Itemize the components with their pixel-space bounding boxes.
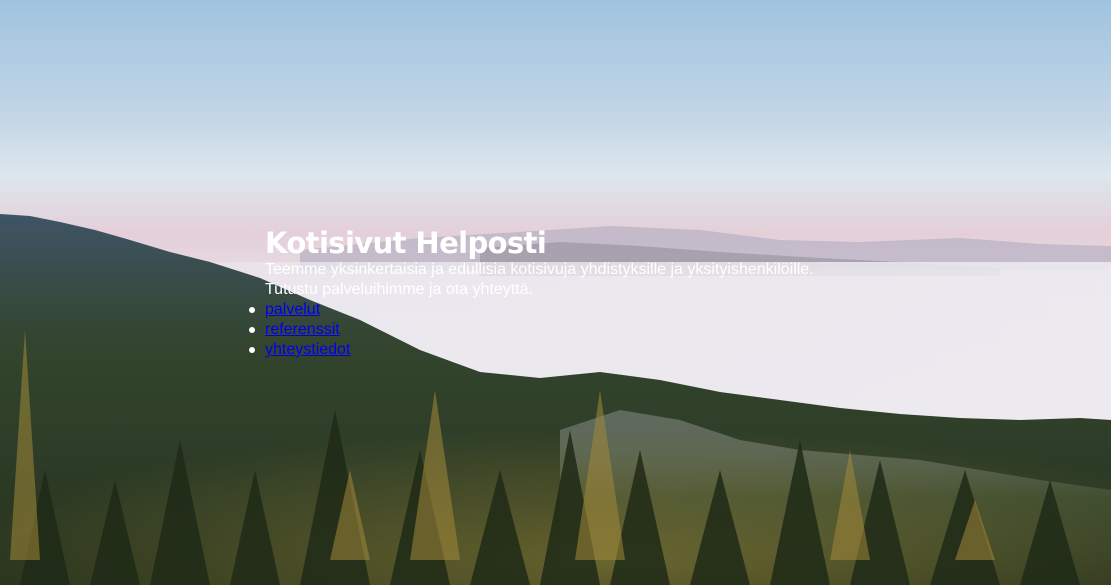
page-title: Kotisivut Helposti bbox=[265, 226, 547, 260]
palvelut-link[interactable]: palvelut bbox=[265, 301, 320, 318]
intro-text-line-2: Tutustu palveluihimme ja ota yhteyttä. bbox=[265, 281, 533, 298]
referenssit-link[interactable]: referenssit bbox=[265, 321, 340, 338]
intro-text-line-1: Teemme yksinkertaisia ja edullisia kotis… bbox=[265, 261, 814, 278]
nav-item-yhteystiedot: yhteystiedot bbox=[249, 340, 814, 360]
nav-item-palvelut: palvelut bbox=[249, 300, 814, 320]
nav-link-list: palvelut referenssit yhteystiedot bbox=[249, 300, 814, 360]
hero-section: Kotisivut Helposti Teemme yksinkertaisia… bbox=[249, 226, 814, 360]
nav-item-referenssit: referenssit bbox=[249, 320, 814, 340]
yhteystiedot-link[interactable]: yhteystiedot bbox=[265, 341, 350, 358]
